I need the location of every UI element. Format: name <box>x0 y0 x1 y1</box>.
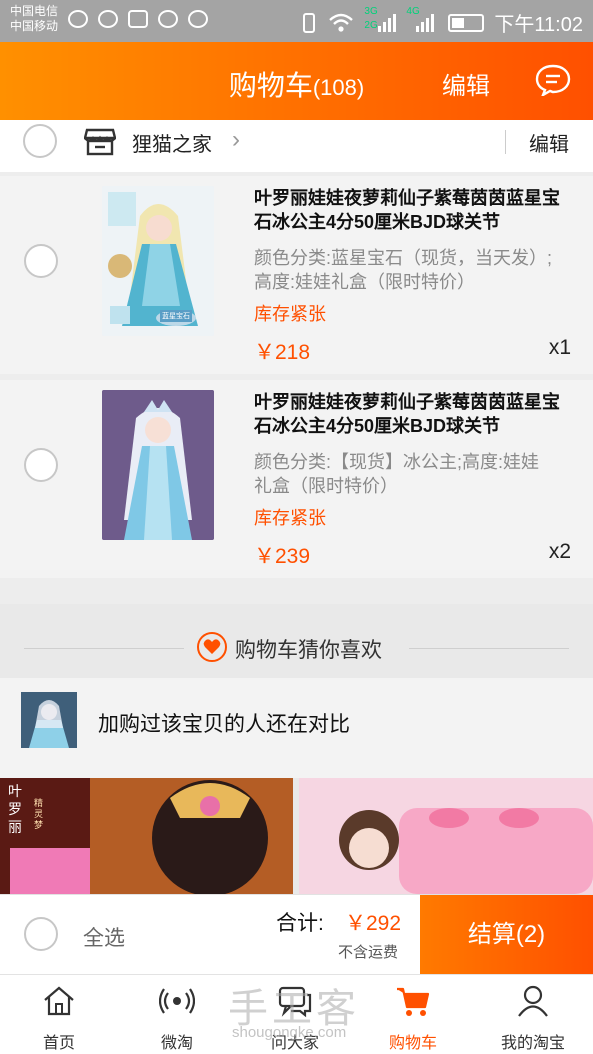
wechat-icon <box>98 10 118 28</box>
carrier-1: 中国电信 <box>10 4 59 18</box>
battery-icon <box>448 13 485 32</box>
page-title-text: 购物车 <box>228 70 313 101</box>
doll-illustration <box>102 390 214 540</box>
chevron-right-icon[interactable]: › <box>232 126 240 154</box>
compare-thumbnail <box>21 692 77 748</box>
recommended-product-image <box>299 778 593 894</box>
tab-label: 首页 <box>42 1035 75 1052</box>
wechat-icon <box>158 10 178 28</box>
cart-item[interactable]: 叶罗丽娃娃夜萝莉仙子紫莓茵茵蓝星宝石冰公主4分50厘米BJD球关节 颜色分类:【… <box>0 380 593 578</box>
compare-text[interactable]: 加购过该宝贝的人还在对比 <box>98 708 350 738</box>
divider <box>409 648 569 649</box>
product-spec[interactable]: 颜色分类:蓝星宝石（现货，当天发）;高度:娃娃礼盒（限时特价） <box>254 246 554 294</box>
item-select-checkbox[interactable] <box>24 244 58 278</box>
message-icon[interactable] <box>535 64 571 96</box>
tab-label: 购物车 <box>388 1035 437 1052</box>
tab-weitao[interactable]: 微淘 <box>118 975 236 1054</box>
recommended-product[interactable] <box>299 778 593 894</box>
tab-my-taobao[interactable]: 我的淘宝 <box>474 975 592 1054</box>
image-icon <box>128 10 148 28</box>
net-3g-label: 3G <box>364 5 378 17</box>
image-tag: 蓝星宝石 <box>160 310 192 322</box>
net-2g-label: 2G <box>364 19 378 31</box>
signal-bars-icon <box>378 12 397 32</box>
compare-row[interactable]: 加购过该宝贝的人还在对比 <box>0 678 593 778</box>
status-indicators: 3G 2G 4G 下午11:02 <box>300 6 583 37</box>
tab-label: 我的淘宝 <box>500 1035 565 1052</box>
doll-illustration <box>102 186 214 336</box>
checkout-bar: 全选 合计: ￥292 不含运费 结算(2) <box>0 894 593 975</box>
broadcast-icon <box>159 988 195 1014</box>
recommended-product-image <box>0 778 293 894</box>
cart-count: (108) <box>312 75 365 100</box>
product-title[interactable]: 叶罗丽娃娃夜萝莉仙子紫莓茵茵蓝星宝石冰公主4分50厘米BJD球关节 <box>254 186 574 234</box>
clock: 下午11:02 <box>494 14 583 36</box>
product-quantity: x1 <box>548 336 571 359</box>
divider <box>505 130 506 154</box>
home-icon <box>44 986 74 1016</box>
store-icon <box>84 128 116 156</box>
person-icon <box>518 985 548 1017</box>
nav-bar: 购物车(108) 编辑 <box>0 42 593 120</box>
product-quantity: x2 <box>548 540 571 563</box>
stock-status: 库存紧张 <box>254 508 326 528</box>
select-all-checkbox[interactable] <box>24 917 58 951</box>
stock-status: 库存紧张 <box>254 304 326 324</box>
product-image[interactable]: 蓝星宝石 <box>102 186 214 336</box>
rec-brand-text: 叶罗丽 <box>8 783 22 835</box>
vibrate-icon <box>303 12 316 33</box>
cart-icon <box>397 987 430 1016</box>
divider <box>24 648 184 649</box>
heart-icon <box>197 632 227 662</box>
shipping-note: 不含运费 <box>338 944 399 961</box>
notification-icons <box>68 10 208 28</box>
watermark-url: shougongke.com <box>232 1024 347 1041</box>
tab-home[interactable]: 首页 <box>0 975 118 1054</box>
signal-bars-icon <box>416 12 435 32</box>
recommendation-section: 购物车猜你喜欢 加购过该宝贝的人还在对比 叶罗丽 精灵梦 <box>0 604 593 894</box>
blocked-icon <box>188 10 208 28</box>
status-bar: 中国电信 中国移动 3G 2G 4G 下午11:02 <box>0 0 593 42</box>
select-all-label[interactable]: 全选 <box>83 922 125 952</box>
total-price: ￥292 <box>345 912 402 935</box>
shop-select-checkbox[interactable] <box>23 124 57 158</box>
chat-bubble-icon <box>68 10 88 28</box>
item-select-checkbox[interactable] <box>24 448 58 482</box>
section-title: 购物车猜你喜欢 <box>235 639 382 662</box>
shop-edit-button[interactable]: 编辑 <box>529 128 569 157</box>
carrier-labels: 中国电信 中国移动 <box>10 4 58 34</box>
cart-item[interactable]: 蓝星宝石 叶罗丽娃娃夜萝莉仙子紫莓茵茵蓝星宝石冰公主4分50厘米BJD球关节 颜… <box>0 176 593 374</box>
product-price: ￥218 <box>254 341 311 364</box>
product-spec[interactable]: 颜色分类:【现货】冰公主;高度:娃娃礼盒（限时特价） <box>254 450 554 498</box>
recommended-product[interactable]: 叶罗丽 精灵梦 <box>0 778 293 894</box>
wifi-icon <box>329 13 354 32</box>
signal-4g: 4G <box>406 6 438 34</box>
page-title: 购物车(108) <box>0 64 593 104</box>
edit-button[interactable]: 编辑 <box>442 66 490 101</box>
carrier-2: 中国移动 <box>10 19 59 33</box>
rec-brand-sub: 精灵梦 <box>34 798 44 830</box>
shop-header: 狸猫之家 › 编辑 <box>0 120 593 172</box>
total-label: 合计: <box>276 912 324 935</box>
tab-label: 微淘 <box>160 1035 193 1052</box>
checkout-button[interactable]: 结算(2) <box>420 895 593 975</box>
shop-name[interactable]: 狸猫之家 <box>132 128 212 157</box>
signal-3g-2g: 3G 2G <box>364 6 397 34</box>
product-title[interactable]: 叶罗丽娃娃夜萝莉仙子紫莓茵茵蓝星宝石冰公主4分50厘米BJD球关节 <box>254 390 574 438</box>
product-image[interactable] <box>102 390 214 540</box>
product-price: ￥239 <box>254 545 311 568</box>
tab-cart[interactable]: 购物车 <box>354 975 472 1054</box>
